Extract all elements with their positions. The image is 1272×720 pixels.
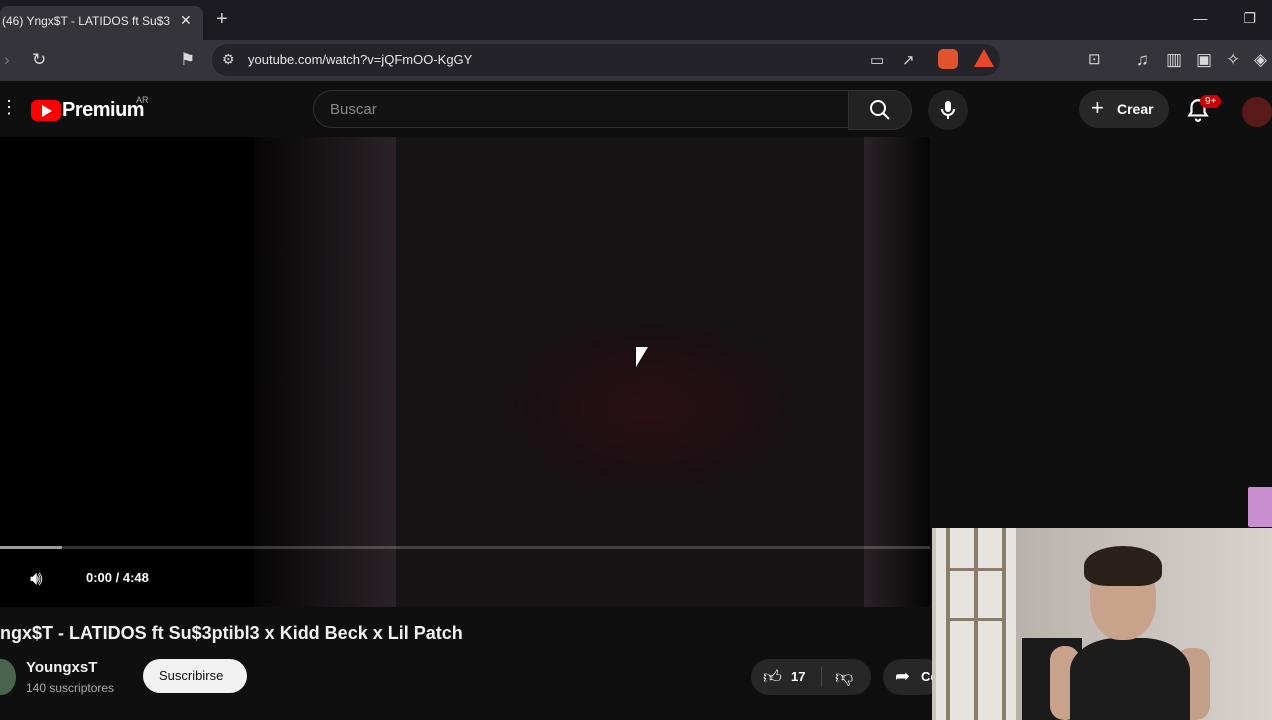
create-button[interactable]: + Crear xyxy=(1079,90,1169,128)
webcam-person-hair xyxy=(1084,546,1162,586)
webcam-person-body xyxy=(1070,638,1190,720)
forward-icon[interactable]: › xyxy=(4,50,10,70)
cast-icon[interactable]: ▭ xyxy=(870,51,884,69)
screenshot-icon[interactable]: ⊡ xyxy=(1088,50,1101,68)
search-input[interactable]: Buscar xyxy=(313,90,849,128)
video-title: Yngx$T - LATIDOS ft Su$3ptibl3 x Kidd Be… xyxy=(0,623,463,643)
bookmark-icon[interactable]: ⚑ xyxy=(180,50,195,70)
sidebar-thumbnail[interactable] xyxy=(1248,487,1272,527)
browser-tab-strip: (46) Yngx$T - LATIDOS ft Su$3ptibl3 x Ki… xyxy=(0,0,1272,40)
avatar[interactable] xyxy=(1242,97,1272,127)
mouse-cursor xyxy=(636,347,648,367)
divider xyxy=(821,667,822,687)
restore-icon[interactable]: ❐ xyxy=(1243,10,1256,27)
leo-ai-icon[interactable]: ✧ xyxy=(1226,50,1240,70)
subscriber-count: 140 suscriptores xyxy=(26,681,115,695)
sidebar-icon[interactable]: ▥ xyxy=(1166,50,1182,70)
notification-badge: 9+ xyxy=(1200,95,1222,108)
dislike-icon[interactable]: 👎︎ xyxy=(835,666,853,688)
logo-text[interactable]: Premium xyxy=(62,99,145,122)
create-label: Crear xyxy=(1117,101,1154,117)
time-display: 0:00 / 4:48 xyxy=(86,570,149,585)
youtube-logo-icon[interactable] xyxy=(31,100,61,121)
search-icon xyxy=(870,100,890,120)
subscribe-label: Suscribirse xyxy=(159,668,224,683)
webcam-background-door xyxy=(936,528,1016,720)
search-button[interactable] xyxy=(848,90,912,130)
wallet-icon[interactable]: ▣ xyxy=(1196,50,1212,70)
share-icon: ➦ xyxy=(895,666,911,686)
site-settings-icon[interactable]: ⚙ xyxy=(222,51,235,68)
like-dislike-group: 👍︎ 17 👎︎ xyxy=(751,659,871,695)
channel-avatar[interactable] xyxy=(0,659,16,695)
plus-icon: + xyxy=(1091,95,1104,120)
webcam-overlay xyxy=(932,528,1272,720)
new-tab-icon[interactable]: + xyxy=(216,8,228,31)
progress-bar[interactable] xyxy=(0,546,930,549)
address-bar[interactable]: ⚙ youtube.com/watch?v=jQFmOO-KgGY ▭ ↗ xyxy=(212,44,1000,76)
like-count[interactable]: 17 xyxy=(791,669,805,684)
region-code: AR xyxy=(136,95,149,105)
video-player[interactable]: 🔊︎ 0:00 / 4:48 xyxy=(0,137,930,607)
mic-icon xyxy=(941,101,955,119)
channel-name[interactable]: YoungxsT xyxy=(26,659,97,676)
progress-bar-fill xyxy=(0,546,62,549)
url-text: youtube.com/watch?v=jQFmOO-KgGY xyxy=(248,52,473,67)
tab-title: (46) Yngx$T - LATIDOS ft Su$3ptibl3 x Ki… xyxy=(2,14,170,28)
video-frame-right-edge xyxy=(864,137,930,607)
brave-shield-icon[interactable] xyxy=(938,49,958,69)
voice-search-button[interactable] xyxy=(928,90,968,130)
browser-tab[interactable]: (46) Yngx$T - LATIDOS ft Su$3ptibl3 x Ki… xyxy=(0,6,203,40)
minimize-icon[interactable]: — xyxy=(1194,10,1208,26)
vpn-icon[interactable]: ◈ xyxy=(1254,50,1267,70)
youtube-header: ⋮ Premium AR Buscar + Crear 9+ xyxy=(0,81,1272,137)
video-frame xyxy=(396,137,864,607)
window-controls: — ❐ xyxy=(1162,10,1256,27)
brave-rewards-icon[interactable] xyxy=(974,49,994,67)
close-icon[interactable]: ✕ xyxy=(180,12,192,29)
share-page-icon[interactable]: ↗ xyxy=(902,51,915,69)
search-placeholder: Buscar xyxy=(330,101,377,118)
menu-icon[interactable]: ⋮ xyxy=(0,97,18,118)
media-icon[interactable]: ♫ xyxy=(1136,50,1149,70)
like-icon[interactable]: 👍︎ xyxy=(763,666,782,688)
subscribe-button[interactable]: Suscribirse xyxy=(143,659,247,693)
video-frame-left-edge xyxy=(254,137,396,607)
volume-icon[interactable]: 🔊︎ xyxy=(30,568,43,591)
reload-icon[interactable]: ↻ xyxy=(32,50,46,70)
browser-toolbar: › ↻ ⚑ ⚙ youtube.com/watch?v=jQFmOO-KgGY … xyxy=(0,40,1272,81)
video-content-blur xyxy=(500,317,800,497)
